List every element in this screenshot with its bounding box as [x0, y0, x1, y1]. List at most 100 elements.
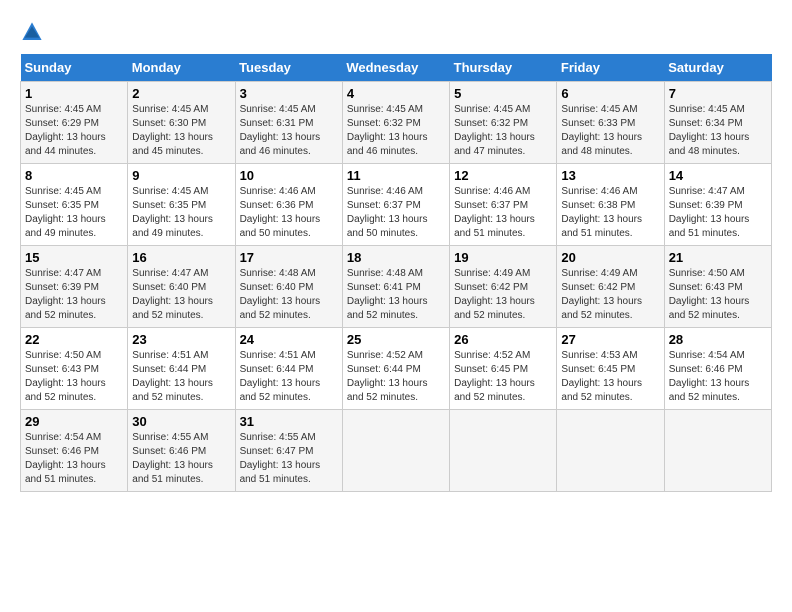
calendar-cell: 22 Sunrise: 4:50 AMSunset: 6:43 PMDaylig… — [21, 328, 128, 410]
day-number: 22 — [25, 332, 123, 347]
day-number: 2 — [132, 86, 230, 101]
calendar-cell: 9 Sunrise: 4:45 AMSunset: 6:35 PMDayligh… — [128, 164, 235, 246]
calendar-cell: 2 Sunrise: 4:45 AMSunset: 6:30 PMDayligh… — [128, 82, 235, 164]
calendar-cell: 27 Sunrise: 4:53 AMSunset: 6:45 PMDaylig… — [557, 328, 664, 410]
calendar-cell: 8 Sunrise: 4:45 AMSunset: 6:35 PMDayligh… — [21, 164, 128, 246]
day-detail: Sunrise: 4:49 AMSunset: 6:42 PMDaylight:… — [561, 267, 659, 323]
calendar-cell: 17 Sunrise: 4:48 AMSunset: 6:40 PMDaylig… — [235, 246, 342, 328]
day-detail: Sunrise: 4:54 AMSunset: 6:46 PMDaylight:… — [25, 431, 123, 487]
day-detail: Sunrise: 4:48 AMSunset: 6:40 PMDaylight:… — [240, 267, 338, 323]
calendar-cell: 28 Sunrise: 4:54 AMSunset: 6:46 PMDaylig… — [664, 328, 771, 410]
calendar-week-row: 29 Sunrise: 4:54 AMSunset: 6:46 PMDaylig… — [21, 410, 772, 492]
calendar-cell: 31 Sunrise: 4:55 AMSunset: 6:47 PMDaylig… — [235, 410, 342, 492]
column-header-monday: Monday — [128, 54, 235, 82]
day-number: 29 — [25, 414, 123, 429]
day-detail: Sunrise: 4:47 AMSunset: 6:40 PMDaylight:… — [132, 267, 230, 323]
day-detail: Sunrise: 4:45 AMSunset: 6:33 PMDaylight:… — [561, 103, 659, 159]
day-detail: Sunrise: 4:53 AMSunset: 6:45 PMDaylight:… — [561, 349, 659, 405]
calendar-cell — [342, 410, 449, 492]
calendar-cell: 10 Sunrise: 4:46 AMSunset: 6:36 PMDaylig… — [235, 164, 342, 246]
calendar-cell: 24 Sunrise: 4:51 AMSunset: 6:44 PMDaylig… — [235, 328, 342, 410]
day-number: 18 — [347, 250, 445, 265]
day-detail: Sunrise: 4:45 AMSunset: 6:29 PMDaylight:… — [25, 103, 123, 159]
calendar-cell: 1 Sunrise: 4:45 AMSunset: 6:29 PMDayligh… — [21, 82, 128, 164]
day-number: 3 — [240, 86, 338, 101]
day-detail: Sunrise: 4:46 AMSunset: 6:36 PMDaylight:… — [240, 185, 338, 241]
day-detail: Sunrise: 4:46 AMSunset: 6:37 PMDaylight:… — [454, 185, 552, 241]
day-detail: Sunrise: 4:52 AMSunset: 6:45 PMDaylight:… — [454, 349, 552, 405]
day-detail: Sunrise: 4:51 AMSunset: 6:44 PMDaylight:… — [132, 349, 230, 405]
calendar-table: SundayMondayTuesdayWednesdayThursdayFrid… — [20, 54, 772, 492]
day-detail: Sunrise: 4:45 AMSunset: 6:32 PMDaylight:… — [347, 103, 445, 159]
day-number: 28 — [669, 332, 767, 347]
column-header-wednesday: Wednesday — [342, 54, 449, 82]
day-detail: Sunrise: 4:50 AMSunset: 6:43 PMDaylight:… — [25, 349, 123, 405]
column-header-thursday: Thursday — [450, 54, 557, 82]
day-number: 24 — [240, 332, 338, 347]
day-number: 23 — [132, 332, 230, 347]
day-number: 8 — [25, 168, 123, 183]
day-detail: Sunrise: 4:45 AMSunset: 6:34 PMDaylight:… — [669, 103, 767, 159]
day-detail: Sunrise: 4:51 AMSunset: 6:44 PMDaylight:… — [240, 349, 338, 405]
calendar-cell: 12 Sunrise: 4:46 AMSunset: 6:37 PMDaylig… — [450, 164, 557, 246]
day-detail: Sunrise: 4:45 AMSunset: 6:32 PMDaylight:… — [454, 103, 552, 159]
day-number: 27 — [561, 332, 659, 347]
calendar-cell: 20 Sunrise: 4:49 AMSunset: 6:42 PMDaylig… — [557, 246, 664, 328]
day-number: 1 — [25, 86, 123, 101]
calendar-cell: 21 Sunrise: 4:50 AMSunset: 6:43 PMDaylig… — [664, 246, 771, 328]
day-number: 17 — [240, 250, 338, 265]
calendar-cell: 7 Sunrise: 4:45 AMSunset: 6:34 PMDayligh… — [664, 82, 771, 164]
day-detail: Sunrise: 4:52 AMSunset: 6:44 PMDaylight:… — [347, 349, 445, 405]
day-number: 31 — [240, 414, 338, 429]
day-detail: Sunrise: 4:47 AMSunset: 6:39 PMDaylight:… — [25, 267, 123, 323]
calendar-week-row: 22 Sunrise: 4:50 AMSunset: 6:43 PMDaylig… — [21, 328, 772, 410]
calendar-cell: 11 Sunrise: 4:46 AMSunset: 6:37 PMDaylig… — [342, 164, 449, 246]
day-detail: Sunrise: 4:45 AMSunset: 6:35 PMDaylight:… — [25, 185, 123, 241]
calendar-cell: 25 Sunrise: 4:52 AMSunset: 6:44 PMDaylig… — [342, 328, 449, 410]
column-header-friday: Friday — [557, 54, 664, 82]
calendar-cell: 6 Sunrise: 4:45 AMSunset: 6:33 PMDayligh… — [557, 82, 664, 164]
day-number: 19 — [454, 250, 552, 265]
day-number: 10 — [240, 168, 338, 183]
day-detail: Sunrise: 4:55 AMSunset: 6:47 PMDaylight:… — [240, 431, 338, 487]
calendar-cell: 3 Sunrise: 4:45 AMSunset: 6:31 PMDayligh… — [235, 82, 342, 164]
day-detail: Sunrise: 4:55 AMSunset: 6:46 PMDaylight:… — [132, 431, 230, 487]
day-detail: Sunrise: 4:54 AMSunset: 6:46 PMDaylight:… — [669, 349, 767, 405]
calendar-cell: 14 Sunrise: 4:47 AMSunset: 6:39 PMDaylig… — [664, 164, 771, 246]
day-number: 25 — [347, 332, 445, 347]
day-number: 16 — [132, 250, 230, 265]
calendar-header-row: SundayMondayTuesdayWednesdayThursdayFrid… — [21, 54, 772, 82]
calendar-cell — [557, 410, 664, 492]
day-number: 9 — [132, 168, 230, 183]
calendar-week-row: 8 Sunrise: 4:45 AMSunset: 6:35 PMDayligh… — [21, 164, 772, 246]
calendar-cell: 4 Sunrise: 4:45 AMSunset: 6:32 PMDayligh… — [342, 82, 449, 164]
day-number: 30 — [132, 414, 230, 429]
calendar-cell: 16 Sunrise: 4:47 AMSunset: 6:40 PMDaylig… — [128, 246, 235, 328]
day-number: 4 — [347, 86, 445, 101]
day-detail: Sunrise: 4:48 AMSunset: 6:41 PMDaylight:… — [347, 267, 445, 323]
column-header-tuesday: Tuesday — [235, 54, 342, 82]
calendar-cell: 29 Sunrise: 4:54 AMSunset: 6:46 PMDaylig… — [21, 410, 128, 492]
day-detail: Sunrise: 4:45 AMSunset: 6:31 PMDaylight:… — [240, 103, 338, 159]
logo — [20, 20, 48, 44]
day-number: 7 — [669, 86, 767, 101]
day-number: 12 — [454, 168, 552, 183]
column-header-saturday: Saturday — [664, 54, 771, 82]
day-number: 21 — [669, 250, 767, 265]
logo-icon — [20, 20, 44, 44]
calendar-cell — [450, 410, 557, 492]
column-header-sunday: Sunday — [21, 54, 128, 82]
day-number: 15 — [25, 250, 123, 265]
calendar-cell: 30 Sunrise: 4:55 AMSunset: 6:46 PMDaylig… — [128, 410, 235, 492]
day-number: 11 — [347, 168, 445, 183]
day-detail: Sunrise: 4:47 AMSunset: 6:39 PMDaylight:… — [669, 185, 767, 241]
day-number: 20 — [561, 250, 659, 265]
day-number: 5 — [454, 86, 552, 101]
day-detail: Sunrise: 4:49 AMSunset: 6:42 PMDaylight:… — [454, 267, 552, 323]
calendar-cell: 23 Sunrise: 4:51 AMSunset: 6:44 PMDaylig… — [128, 328, 235, 410]
day-number: 6 — [561, 86, 659, 101]
day-detail: Sunrise: 4:45 AMSunset: 6:35 PMDaylight:… — [132, 185, 230, 241]
calendar-week-row: 15 Sunrise: 4:47 AMSunset: 6:39 PMDaylig… — [21, 246, 772, 328]
calendar-week-row: 1 Sunrise: 4:45 AMSunset: 6:29 PMDayligh… — [21, 82, 772, 164]
day-detail: Sunrise: 4:46 AMSunset: 6:37 PMDaylight:… — [347, 185, 445, 241]
